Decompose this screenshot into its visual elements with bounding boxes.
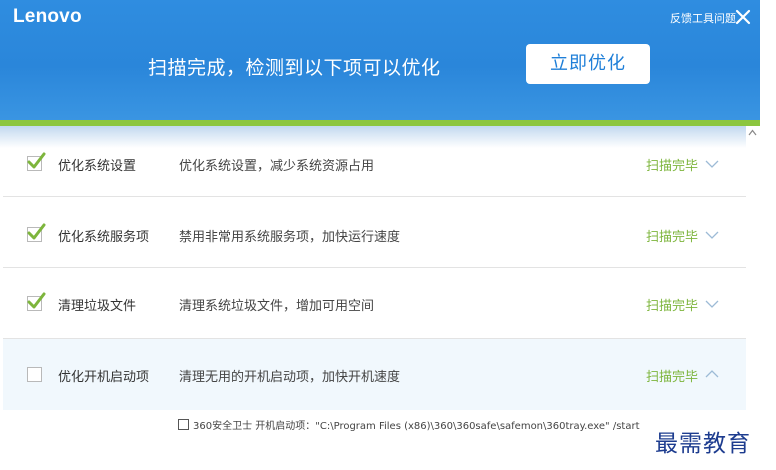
check-icon (27, 152, 46, 169)
status-label: 扫描完毕 (646, 159, 699, 174)
startup-entry-label: 360安全卫士 开机启动项："C:\Program Files (x86)\36… (193, 421, 640, 432)
chevron-down-icon[interactable] (705, 159, 719, 169)
chevron-up-icon[interactable] (705, 369, 719, 379)
item-title: 清理垃圾文件 (58, 299, 137, 314)
vertical-scrollbar[interactable] (746, 126, 760, 410)
list-item: 优化系统设置 优化系统设置，减少系统资源占用 扫描完毕 (3, 126, 746, 197)
item-description: 清理系统垃圾文件，增加可用空间 (179, 299, 375, 314)
item-checkbox-checked[interactable] (27, 292, 46, 311)
scan-result-headline: 扫描完成，检测到以下项可以优化 (148, 57, 441, 79)
item-description: 清理无用的开机启动项，加快开机速度 (179, 370, 401, 385)
check-icon (27, 223, 46, 240)
list-item: 优化系统服务项 禁用非常用系统服务项，加快运行速度 扫描完毕 (3, 197, 746, 268)
header-banner: Lenovo 反馈工具问题 扫描完成，检测到以下项可以优化 立即优化 (0, 0, 760, 120)
chevron-down-icon[interactable] (705, 230, 719, 240)
lenovo-logo: Lenovo (13, 6, 82, 27)
check-icon (27, 292, 46, 309)
item-description: 优化系统设置，减少系统资源占用 (179, 159, 375, 174)
item-checkbox-checked[interactable] (27, 152, 46, 171)
status-label: 扫描完毕 (646, 299, 699, 314)
startup-entry-checkbox[interactable] (178, 419, 189, 430)
item-title: 优化系统设置 (58, 159, 137, 174)
item-description: 禁用非常用系统服务项，加快运行速度 (179, 230, 401, 245)
chevron-down-icon[interactable] (705, 299, 719, 309)
optimize-now-button[interactable]: 立即优化 (526, 44, 650, 84)
item-checkbox-checked[interactable] (27, 223, 46, 242)
status-label: 扫描完毕 (646, 370, 699, 385)
item-title: 优化开机启动项 (58, 370, 150, 385)
list-item: 清理垃圾文件 清理系统垃圾文件，增加可用空间 扫描完毕 (3, 268, 746, 339)
scroll-up-arrow-icon[interactable] (748, 129, 757, 136)
watermark: 最需教育 (655, 431, 751, 457)
list-item-expanded: 优化开机启动项 清理无用的开机启动项，加快开机速度 扫描完毕 (3, 339, 746, 410)
close-icon[interactable] (735, 9, 751, 25)
optimization-list: 优化系统设置 优化系统设置，减少系统资源占用 扫描完毕 优化系统服务项 禁用非常… (0, 126, 746, 410)
status-label: 扫描完毕 (646, 230, 699, 245)
item-title: 优化系统服务项 (58, 230, 150, 245)
feedback-link[interactable]: 反馈工具问题 (670, 10, 736, 26)
item-checkbox-unchecked[interactable] (27, 367, 42, 382)
